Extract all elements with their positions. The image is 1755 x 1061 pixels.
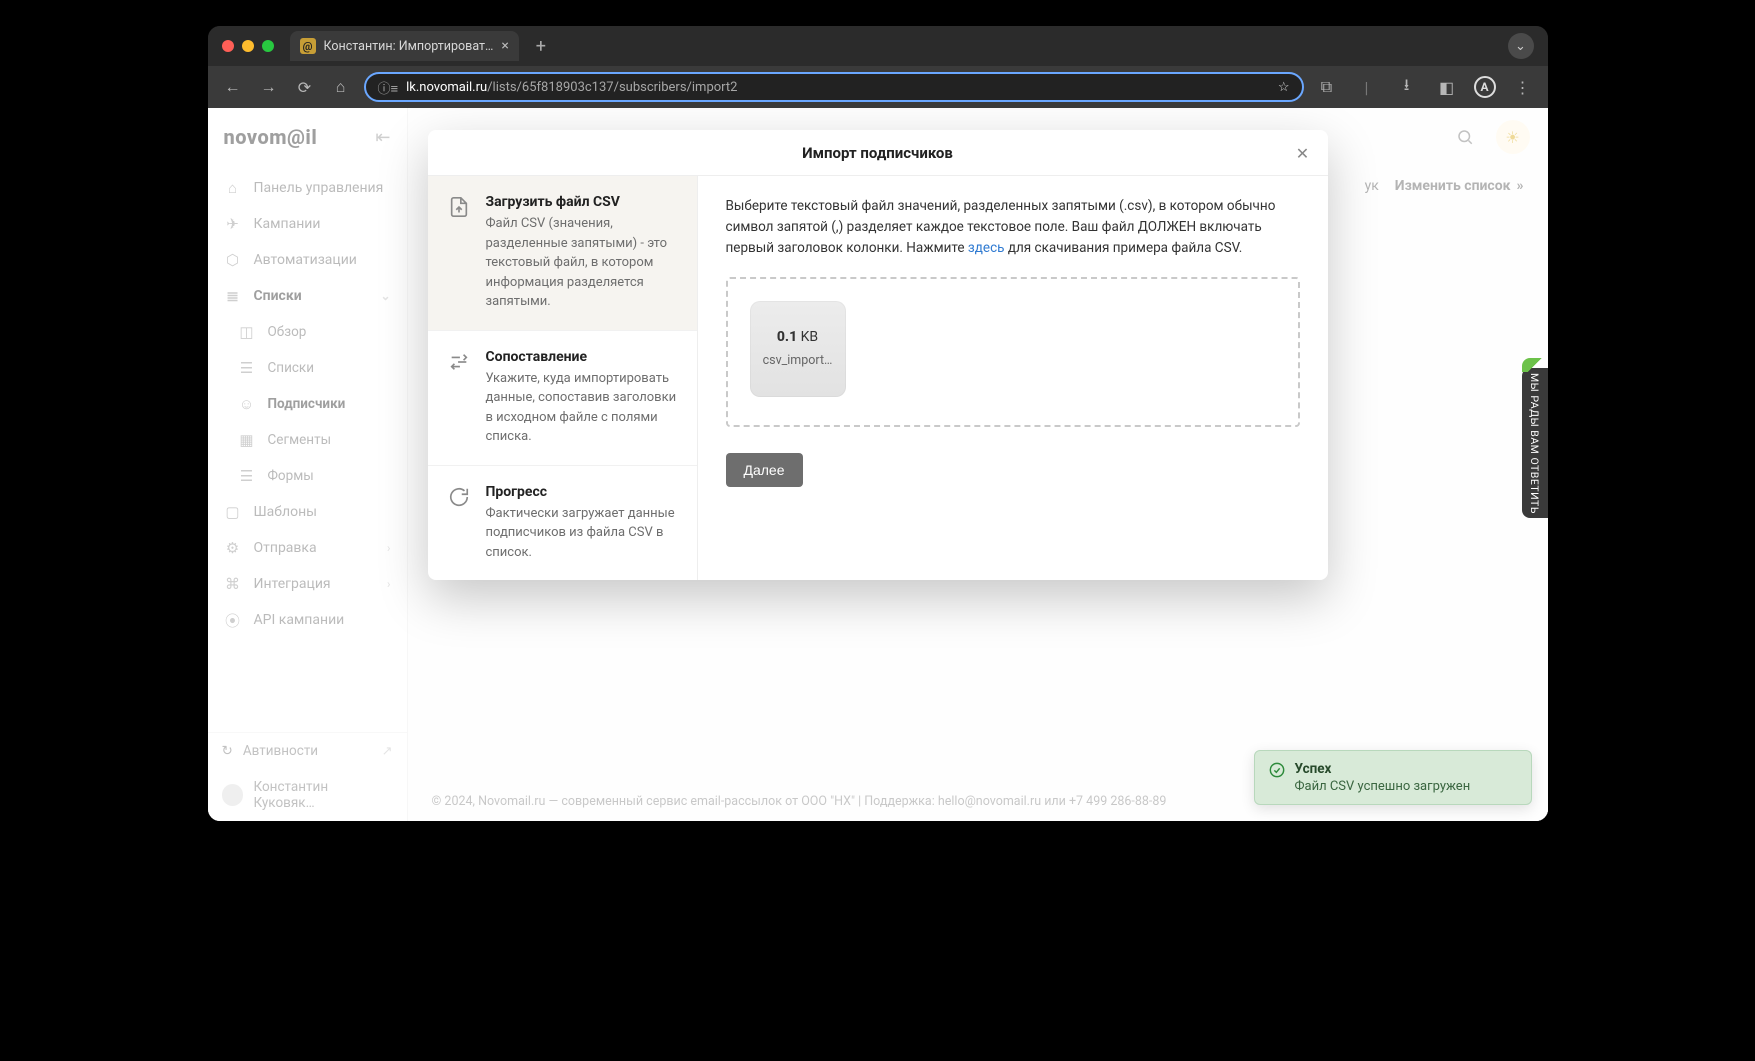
- step-upload[interactable]: Загрузить файл CSV Файл CSV (значения, р…: [428, 176, 697, 331]
- browser-toolbar: ← → ⟳ ⌂ ⓘ≡ lk.novomail.ru/lists/65f81890…: [208, 66, 1548, 108]
- browser-menu-icon[interactable]: ⋮: [1510, 74, 1536, 100]
- tab-title: Константин: Импортироват…: [324, 39, 494, 54]
- site-info-icon[interactable]: ⓘ≡: [378, 78, 399, 97]
- success-toast: Успех Файл CSV успешно загружен: [1254, 750, 1532, 805]
- browser-window: @ Константин: Импортироват… × + ⌄ ← → ⟳ …: [208, 26, 1548, 821]
- new-tab-button[interactable]: +: [529, 36, 553, 57]
- step-mapping[interactable]: Сопоставление Укажите, куда импортироват…: [428, 331, 697, 466]
- sidepanel-icon[interactable]: ◧: [1434, 74, 1460, 100]
- modal-header: Импорт подписчиков ✕: [428, 130, 1328, 176]
- feedback-tab[interactable]: МЫ РАДЫ ВАМ ОТВЕТИТЬ: [1522, 368, 1548, 518]
- modal-close-button[interactable]: ✕: [1292, 142, 1314, 164]
- nav-home-button[interactable]: ⌂: [328, 74, 354, 100]
- titlebar: @ Константин: Импортироват… × + ⌄: [208, 26, 1548, 66]
- tab-close-icon[interactable]: ×: [501, 38, 508, 54]
- file-name: csv_import…: [763, 353, 833, 368]
- upload-file-icon: [446, 194, 472, 312]
- downloads-icon[interactable]: ⭳: [1394, 74, 1420, 100]
- step-progress[interactable]: Прогресс Фактически загружает данные под…: [428, 466, 697, 581]
- modal-content: Выберите текстовый файл значений, раздел…: [698, 176, 1328, 580]
- extensions-icon[interactable]: ⧉: [1314, 74, 1340, 100]
- toast-message: Файл CSV успешно загружен: [1295, 779, 1471, 794]
- modal-title: Импорт подписчиков: [802, 144, 953, 162]
- app-viewport: novom@il ⇤ ⌂Панель управления ✈Кампании …: [208, 108, 1548, 821]
- file-dropzone[interactable]: 0.1 KB csv_import…: [726, 277, 1300, 427]
- profile-avatar-icon[interactable]: A: [1474, 76, 1496, 98]
- address-bar[interactable]: ⓘ≡ lk.novomail.ru/lists/65f818903c137/su…: [364, 72, 1304, 102]
- url-path: /lists/65f818903c137/subscribers/import2: [487, 80, 737, 95]
- bookmark-star-icon[interactable]: ☆: [1278, 80, 1290, 95]
- import-instruction: Выберите текстовый файл значений, раздел…: [726, 196, 1300, 259]
- step-desc: Файл CSV (значения, разделенные запятыми…: [486, 214, 679, 312]
- tab-favicon: @: [300, 38, 316, 54]
- next-button[interactable]: Далее: [726, 453, 803, 487]
- window-minimize-button[interactable]: [242, 40, 254, 52]
- nav-reload-button[interactable]: ⟳: [292, 74, 318, 100]
- nav-back-button[interactable]: ←: [220, 74, 246, 100]
- browser-tab[interactable]: @ Константин: Импортироват… ×: [290, 31, 519, 61]
- step-desc: Фактически загружает данные подписчиков …: [486, 504, 679, 563]
- progress-icon: [446, 484, 472, 563]
- window-controls: [222, 40, 274, 52]
- window-close-button[interactable]: [222, 40, 234, 52]
- toast-title: Успех: [1295, 761, 1471, 777]
- nav-forward-button[interactable]: →: [256, 74, 282, 100]
- file-size: 0.1 KB: [777, 329, 818, 345]
- step-desc: Укажите, куда импортировать данные, сопо…: [486, 369, 679, 447]
- import-modal: Импорт подписчиков ✕ Загрузить файл CSV …: [428, 130, 1328, 580]
- uploaded-file-card[interactable]: 0.1 KB csv_import…: [750, 301, 846, 397]
- check-circle-icon: [1269, 762, 1285, 794]
- url-host: lk.novomail.ru: [406, 80, 487, 95]
- mapping-icon: [446, 349, 472, 447]
- step-title: Сопоставление: [486, 349, 679, 365]
- step-title: Загрузить файл CSV: [486, 194, 679, 210]
- download-sample-link[interactable]: здесь: [968, 240, 1005, 256]
- tabs-dropdown-button[interactable]: ⌄: [1508, 33, 1534, 59]
- window-maximize-button[interactable]: [262, 40, 274, 52]
- import-steps: Загрузить файл CSV Файл CSV (значения, р…: [428, 176, 698, 580]
- step-title: Прогресс: [486, 484, 679, 500]
